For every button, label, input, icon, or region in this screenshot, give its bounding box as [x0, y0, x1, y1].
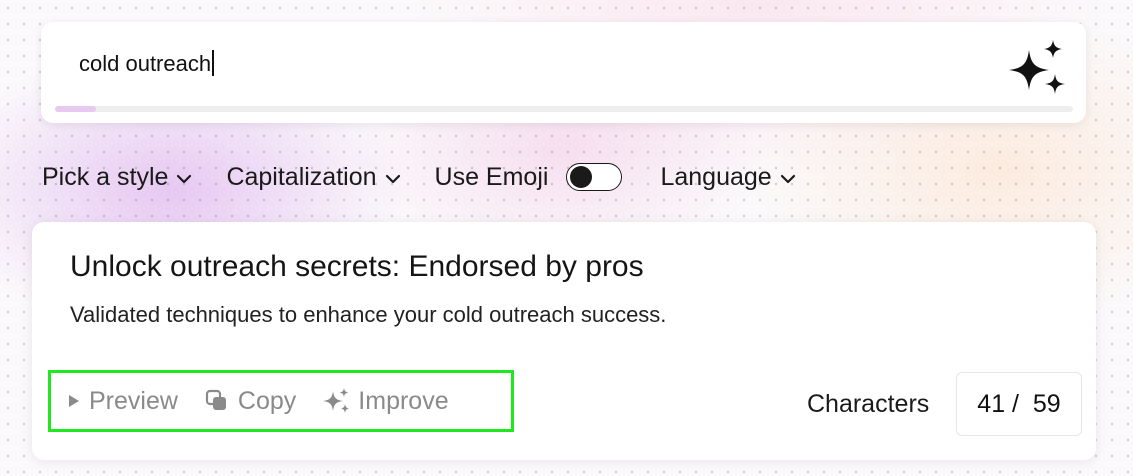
capitalization-dropdown-label: Capitalization	[226, 162, 377, 191]
improve-label: Improve	[358, 386, 449, 415]
options-bar: Pick a style Capitalization Use Emoji La…	[42, 160, 796, 194]
play-icon	[69, 395, 79, 407]
capitalization-dropdown[interactable]: Capitalization	[226, 163, 400, 192]
search-card: cold outreach	[41, 22, 1086, 123]
language-dropdown-label: Language	[660, 162, 772, 191]
progress-bar	[55, 106, 1073, 112]
chevron-down-icon	[177, 174, 192, 183]
style-dropdown-label: Pick a style	[42, 162, 169, 191]
copy-label: Copy	[237, 386, 297, 415]
characters-label: Characters	[807, 390, 930, 418]
chevron-down-icon	[385, 174, 400, 183]
result-actions: Preview Copy Improve	[48, 370, 514, 432]
search-input[interactable]: cold outreach	[79, 50, 214, 77]
result-card: Unlock outreach secrets: Endorsed by pro…	[32, 222, 1096, 460]
result-title: Unlock outreach secrets: Endorsed by pro…	[70, 250, 644, 283]
preview-label: Preview	[89, 386, 178, 415]
copy-button[interactable]: Copy	[204, 387, 296, 416]
characters-count: 41 / 59	[956, 372, 1082, 436]
language-dropdown[interactable]: Language	[660, 163, 795, 192]
progress-fill	[55, 106, 96, 112]
preview-button[interactable]: Preview	[67, 387, 178, 416]
toggle-knob	[570, 166, 593, 188]
sparkles-icon	[1009, 40, 1065, 94]
chevron-down-icon	[780, 174, 795, 183]
copy-icon	[205, 389, 226, 410]
generate-button[interactable]	[1005, 38, 1069, 102]
text-caret	[212, 50, 214, 76]
emoji-option: Use Emoji	[435, 163, 623, 192]
improve-button[interactable]: Improve	[322, 386, 449, 416]
sparkle-icon	[323, 388, 350, 413]
result-description: Validated techniques to enhance your col…	[70, 302, 667, 327]
emoji-toggle[interactable]	[566, 163, 623, 191]
style-dropdown[interactable]: Pick a style	[42, 163, 192, 192]
emoji-label: Use Emoji	[434, 162, 549, 191]
